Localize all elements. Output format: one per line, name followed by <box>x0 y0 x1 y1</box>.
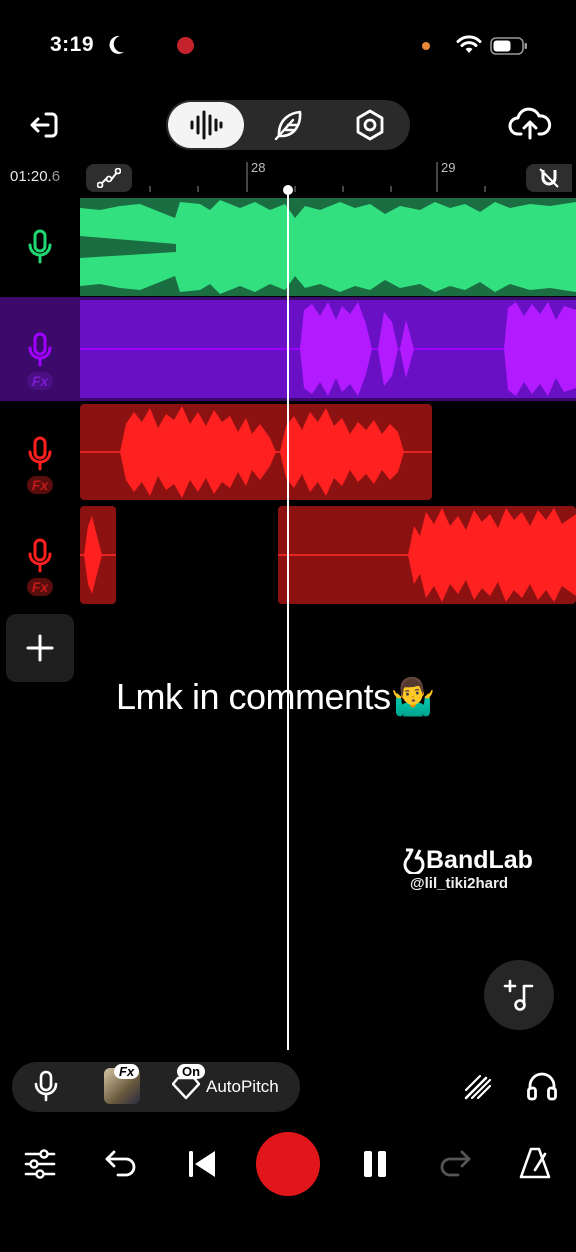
snap-toggle-button[interactable] <box>526 164 572 192</box>
autopitch-on-badge: On <box>177 1064 206 1079</box>
track-1-lane[interactable] <box>80 198 576 296</box>
brand-name: BandLab <box>426 846 533 874</box>
track-3-lane[interactable] <box>80 404 576 502</box>
add-music-icon <box>503 979 534 1011</box>
record-button[interactable] <box>256 1132 320 1196</box>
recording-indicator <box>177 37 194 54</box>
microphone-icon <box>28 436 52 471</box>
track-2-lane[interactable] <box>80 300 576 398</box>
microphone-icon <box>28 229 52 264</box>
fx-preset-badge: Fx <box>114 1064 140 1079</box>
caption-text: Lmk in comments <box>116 676 391 717</box>
mixer-sliders-icon[interactable] <box>24 1148 56 1180</box>
track-2-fx-badge[interactable]: Fx <box>26 372 54 390</box>
settings-mode-button[interactable] <box>340 102 400 148</box>
magnet-off-icon <box>539 168 559 188</box>
creator-handle: @lil_tiki2hard <box>410 875 508 892</box>
headphones-icon[interactable] <box>526 1070 558 1102</box>
track-3-fx-badge[interactable]: Fx <box>26 476 54 494</box>
bar-label-29: 29 <box>441 160 456 175</box>
track-3-controls[interactable]: Fx <box>0 404 80 502</box>
cloud-upload-icon[interactable] <box>508 104 552 144</box>
video-caption: Lmk in comments🤷‍♂️ <box>116 676 435 718</box>
hexagon-settings-icon <box>356 109 384 141</box>
feather-icon <box>274 110 302 141</box>
timeline-ruler[interactable] <box>140 158 576 194</box>
wifi-icon <box>456 35 482 53</box>
waveform-icon <box>190 110 223 140</box>
battery-icon <box>490 37 527 55</box>
undo-icon[interactable] <box>104 1148 138 1180</box>
track-4-lane[interactable] <box>80 506 576 604</box>
waveform-mode-button[interactable] <box>176 102 236 148</box>
track-1-clip[interactable] <box>80 198 576 296</box>
caption-emoji: 🤷‍♂️ <box>390 676 436 717</box>
bandlab-watermark: BandLab <box>398 846 533 875</box>
add-track-button[interactable] <box>6 614 74 682</box>
track-4-fx-badge[interactable]: Fx <box>26 578 54 596</box>
track-4-clip-b[interactable] <box>278 506 576 604</box>
status-time: 3:19 <box>50 33 95 56</box>
bandlab-logo-icon <box>403 848 425 874</box>
magic-wand-icon[interactable] <box>462 1070 494 1102</box>
automation-button[interactable] <box>86 164 132 192</box>
feather-mode-button[interactable] <box>258 102 318 148</box>
time-readout: 01:20.6 <box>10 168 60 185</box>
time-main: 01:20. <box>10 168 52 185</box>
metronome-icon[interactable] <box>518 1146 552 1180</box>
automation-icon <box>97 168 121 188</box>
track-1-controls[interactable] <box>0 198 80 296</box>
track-4-clip-a[interactable] <box>80 506 116 604</box>
track-2-controls[interactable]: Fx <box>0 300 80 398</box>
plus-icon <box>26 634 54 662</box>
privacy-indicator <box>422 42 430 50</box>
redo-icon[interactable] <box>438 1148 472 1180</box>
skip-to-start-icon[interactable] <box>186 1148 218 1180</box>
playhead[interactable] <box>287 190 289 1050</box>
add-loop-button[interactable] <box>484 960 554 1030</box>
autopitch-button[interactable]: AutoPitch <box>206 1077 279 1097</box>
bar-label-28: 28 <box>251 160 266 175</box>
exit-icon[interactable] <box>26 106 64 144</box>
playhead-handle[interactable] <box>283 185 293 195</box>
time-fraction: 6 <box>51 168 61 185</box>
track-3-clip[interactable] <box>80 404 432 500</box>
microphone-icon[interactable] <box>34 1070 58 1102</box>
pause-icon[interactable] <box>362 1150 388 1178</box>
track-4-controls[interactable]: Fx <box>0 506 80 604</box>
track-2-clip[interactable] <box>80 300 576 398</box>
moon-icon <box>109 35 124 54</box>
microphone-icon <box>28 332 52 367</box>
microphone-icon <box>28 538 52 573</box>
autopitch-diamond-icon <box>172 1076 200 1100</box>
